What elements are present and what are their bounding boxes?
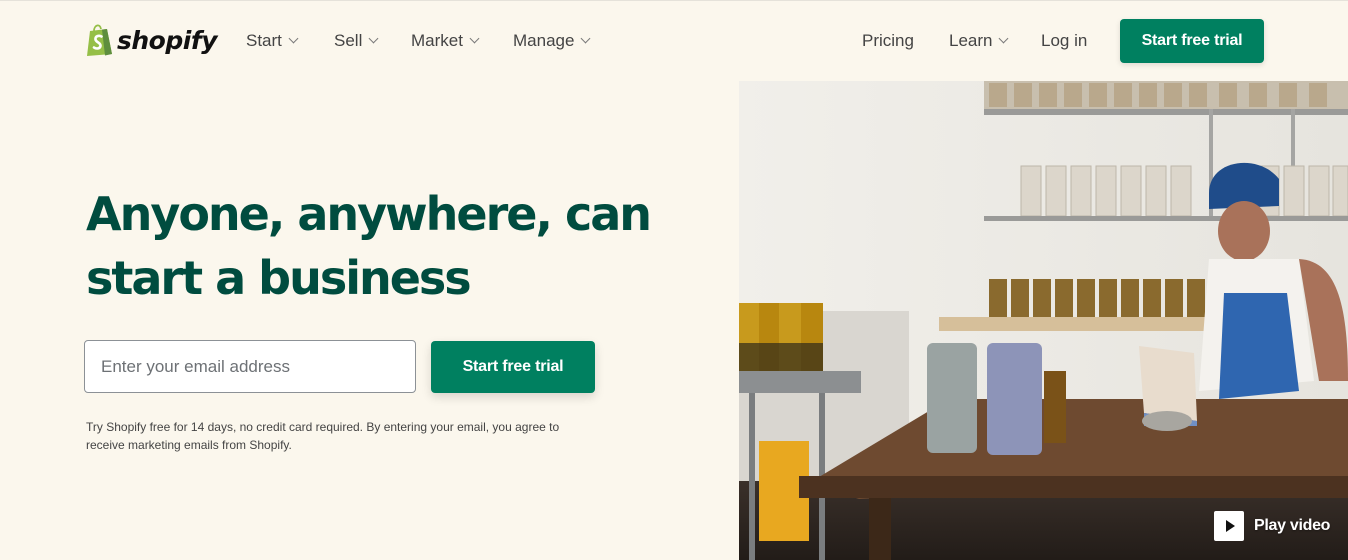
disclaimer-line-2: receive marketing emails from Shopify. [86,438,292,452]
nav-sell-label: Sell [334,31,363,50]
nav-start[interactable]: Start [246,29,299,53]
nav-start-label: Start [246,31,282,50]
top-navigation: shopify Start Sell Market Manage Pricing… [0,0,1348,80]
hero-title-line-1: Anyone, anywhere, can [86,187,652,241]
play-icon [1214,511,1244,541]
nav-market-label: Market [411,31,463,50]
shopify-logo[interactable]: shopify [84,22,218,58]
disclaimer-line-1: Try Shopify free for 14 days, no credit … [86,420,560,434]
nav-learn[interactable]: Learn [949,29,1009,53]
chevron-down-icon [368,33,379,44]
nav-pricing-label: Pricing [862,31,914,50]
hero-photo-illustration [739,81,1348,560]
play-video-button[interactable]: Play video [1214,511,1330,541]
hero-start-free-trial-button[interactable]: Start free trial [431,341,595,393]
nav-log-in[interactable]: Log in [1041,29,1087,53]
trial-disclaimer: Try Shopify free for 14 days, no credit … [86,418,586,454]
nav-log-in-label: Log in [1041,31,1088,50]
chevron-down-icon [288,33,299,44]
chevron-down-icon [580,33,591,44]
hero-title: Anyone, anywhere, can start a business [86,182,686,310]
email-input[interactable] [84,340,416,393]
nav-market[interactable]: Market [411,29,480,53]
nav-manage[interactable]: Manage [513,29,591,53]
chevron-down-icon [999,33,1009,44]
nav-sell[interactable]: Sell [334,29,379,53]
nav-start-free-trial-button[interactable]: Start free trial [1120,19,1264,63]
hero-title-line-2: start a business [86,251,472,305]
chevron-down-icon [469,33,480,44]
play-video-label: Play video [1254,517,1331,534]
logo-wordmark: shopify [117,25,218,55]
hero-image [739,81,1348,560]
nav-learn-label: Learn [949,31,993,50]
nav-manage-label: Manage [513,31,575,50]
nav-pricing[interactable]: Pricing [862,29,914,53]
shopping-bag-icon [87,24,112,56]
